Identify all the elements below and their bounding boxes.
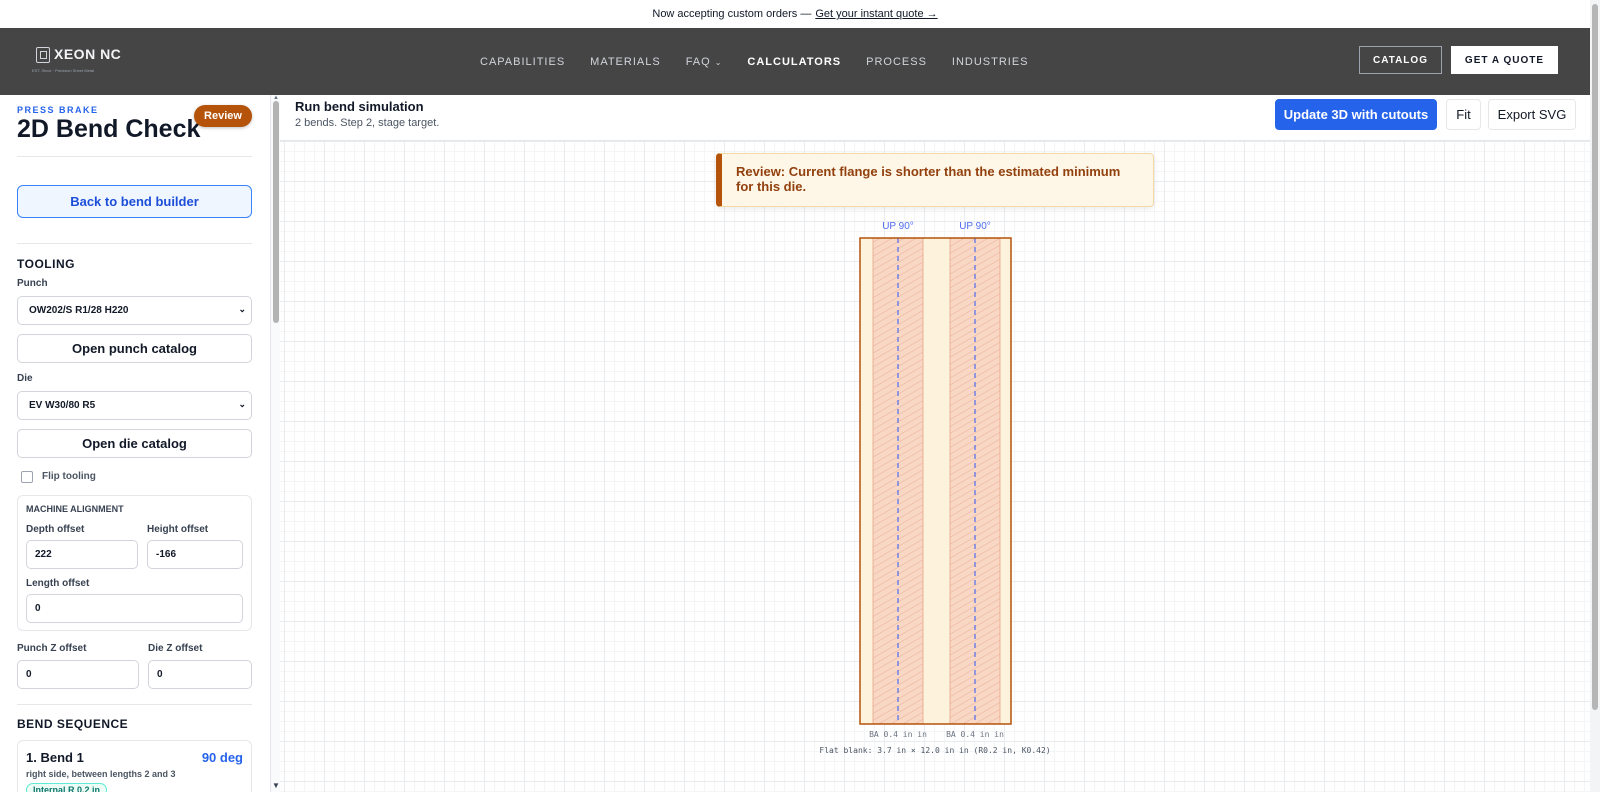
chevron-down-icon: ⌄ xyxy=(238,399,246,409)
open-punch-catalog-button[interactable]: Open punch catalog xyxy=(17,334,252,363)
back-to-bend-builder-button[interactable]: Back to bend builder xyxy=(17,185,252,218)
sidebar-scrollbar-thumb[interactable] xyxy=(273,101,279,323)
logo-mark-icon xyxy=(36,47,50,63)
page-title: 2D Bend Check xyxy=(17,115,201,143)
punch-select-value: OW202/S R1/28 H220 xyxy=(29,305,129,316)
depth-offset-input[interactable]: 222 xyxy=(26,540,138,569)
fit-button[interactable]: Fit xyxy=(1446,99,1481,130)
announcement-text: Now accepting custom orders — xyxy=(652,8,812,20)
sidebar: PRESS BRAKE 2D Bend Check Review Back to… xyxy=(0,95,270,792)
die-z-offset-label: Die Z offset xyxy=(148,643,203,654)
bend-description: right side, between lengths 2 and 3 xyxy=(26,769,176,779)
nav-materials[interactable]: MATERIALS xyxy=(590,56,661,68)
simulation-title: Run bend simulation xyxy=(295,99,424,114)
ba-label-2: BA 0.4 in in xyxy=(946,730,1004,739)
main-nav: CAPABILITIES MATERIALS FAQ ⌄ CALCULATORS … xyxy=(480,28,1029,95)
site-logo[interactable]: XEON NC EST. Since · Precision Sheet Met… xyxy=(32,44,122,80)
punch-select[interactable]: OW202/S R1/28 H220 ⌄ xyxy=(17,296,252,325)
logo-tagline: EST. Since · Precision Sheet Metal xyxy=(32,68,95,73)
chevron-down-icon: ⌄ xyxy=(714,57,723,67)
depth-offset-label: Depth offset xyxy=(26,524,85,535)
nav-industries[interactable]: INDUSTRIES xyxy=(952,56,1029,68)
bend-angle: 90 deg xyxy=(201,750,243,765)
bend-label-1: UP 90° xyxy=(882,221,914,232)
bend-radius-tag: Internal R 0.2 in xyxy=(26,783,108,792)
bend-name: 1. Bend 1 xyxy=(26,750,84,765)
die-select[interactable]: EV W30/80 R5 ⌄ xyxy=(17,391,252,420)
scroll-down-icon[interactable]: ▼ xyxy=(272,781,280,790)
nav-faq[interactable]: FAQ ⌄ xyxy=(686,56,723,68)
length-offset-input[interactable]: 0 xyxy=(26,594,243,623)
die-z-offset-input[interactable]: 0 xyxy=(148,660,252,689)
flip-tooling-checkbox[interactable] xyxy=(21,471,33,483)
logo-text: XEON NC xyxy=(54,46,122,62)
drawing-canvas[interactable]: Review: Current flange is shorter than t… xyxy=(280,141,1590,792)
export-svg-button[interactable]: Export SVG xyxy=(1488,99,1576,130)
ba-label-1: BA 0.4 in in xyxy=(869,730,927,739)
simulation-subtitle: 2 bends. Step 2, stage target. xyxy=(295,117,440,129)
divider xyxy=(17,704,252,705)
divider xyxy=(17,156,252,157)
catalog-button[interactable]: CATALOG xyxy=(1359,46,1442,74)
nav-calculators[interactable]: CALCULATORS xyxy=(747,56,841,68)
page-scrollbar[interactable] xyxy=(1590,0,1600,792)
die-select-value: EV W30/80 R5 xyxy=(29,400,96,411)
machine-alignment-panel: MACHINE ALIGNMENT Depth offset Height of… xyxy=(17,495,252,631)
punch-label: Punch xyxy=(17,278,48,289)
simulation-toolbar: Run bend simulation 2 bends. Step 2, sta… xyxy=(280,95,1590,141)
chevron-down-icon: ⌄ xyxy=(238,304,246,314)
bend-sequence-heading: BEND SEQUENCE xyxy=(17,717,129,731)
page-scrollbar-thumb[interactable] xyxy=(1592,4,1598,710)
flat-pattern-drawing: UP 90° UP 90° BA 0.4 in in BA 0.4 in in … xyxy=(819,221,1050,755)
length-offset-label: Length offset xyxy=(26,578,90,589)
punch-z-offset-input[interactable]: 0 xyxy=(17,660,139,689)
die-label: Die xyxy=(17,373,33,384)
status-badge: Review xyxy=(194,105,252,127)
instant-quote-link[interactable]: Get your instant quote → xyxy=(815,8,937,20)
punch-z-offset-label: Punch Z offset xyxy=(17,643,87,654)
height-offset-input[interactable]: -166 xyxy=(147,540,243,569)
site-header: XEON NC EST. Since · Precision Sheet Met… xyxy=(0,28,1590,95)
sidebar-eyebrow: PRESS BRAKE xyxy=(17,105,99,115)
update-3d-button[interactable]: Update 3D with cutouts xyxy=(1275,99,1437,130)
nav-process[interactable]: PROCESS xyxy=(866,56,927,68)
flat-blank-label: Flat blank: 3.7 in × 12.0 in in (R0.2 in… xyxy=(819,746,1050,755)
bend-label-2: UP 90° xyxy=(959,221,991,232)
sidebar-scrollbar[interactable]: ▲ ▼ xyxy=(270,95,280,792)
flip-tooling-label: Flip tooling xyxy=(42,471,96,482)
divider xyxy=(17,243,252,244)
nav-faq-label: FAQ xyxy=(685,55,711,68)
announcement-bar: Now accepting custom orders — Get your i… xyxy=(0,0,1590,28)
height-offset-label: Height offset xyxy=(147,524,209,535)
machine-alignment-heading: MACHINE ALIGNMENT xyxy=(26,504,124,514)
open-die-catalog-button[interactable]: Open die catalog xyxy=(17,429,252,458)
nav-capabilities[interactable]: CAPABILITIES xyxy=(480,56,565,68)
bend-card[interactable]: 1. Bend 1 90 deg right side, between len… xyxy=(17,740,252,792)
get-quote-button[interactable]: GET A QUOTE xyxy=(1451,46,1558,74)
tooling-heading: TOOLING xyxy=(17,257,75,271)
